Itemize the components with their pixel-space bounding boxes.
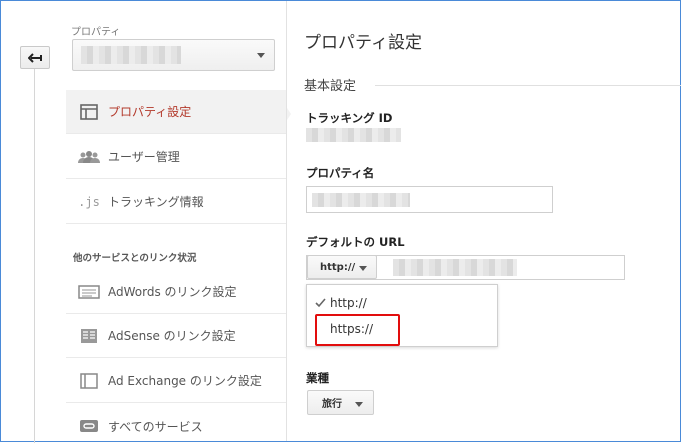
- chevron-down-icon: [257, 53, 265, 58]
- sidebar-item-label: ユーザー管理: [108, 150, 180, 164]
- sidebar-item-label: Ad Exchange のリンク設定: [108, 374, 262, 388]
- page-title: プロパティ設定: [304, 33, 422, 53]
- industry-label: 業種: [306, 371, 329, 385]
- protocol-selected-label: http://: [320, 261, 356, 273]
- sidebar-item-property-settings[interactable]: プロパティ設定: [66, 90, 286, 134]
- sidebar-item-ad-exchange[interactable]: Ad Exchange のリンク設定: [66, 359, 286, 403]
- redacted-tracking-id: [306, 128, 401, 142]
- adwords-icon: [74, 284, 104, 299]
- industry-value: 旅行: [322, 399, 342, 410]
- chevron-down-icon: [359, 266, 367, 271]
- sidebar-item-label: AdWords のリンク設定: [108, 285, 237, 299]
- sidebar-item-label: トラッキング情報: [108, 195, 204, 209]
- main-panel: プロパティ設定 基本設定 トラッキング ID プロパティ名 デフォルトの URL…: [287, 1, 681, 441]
- section-title: 基本設定: [304, 79, 357, 94]
- redacted-default-url: [393, 259, 517, 276]
- sidebar-item-adwords[interactable]: AdWords のリンク設定: [66, 270, 286, 314]
- adsense-icon: [74, 328, 104, 344]
- https-highlight-box: [315, 314, 400, 346]
- sidebar-item-user-management[interactable]: ユーザー管理: [66, 135, 286, 179]
- industry-dropdown-button[interactable]: 旅行: [307, 390, 374, 415]
- link-icon: [74, 419, 104, 433]
- property-selector[interactable]: [72, 39, 275, 71]
- hierarchy-line: [34, 69, 35, 443]
- sidebar-item-label: すべてのサービス: [108, 419, 203, 434]
- protocol-dropdown-button[interactable]: http://: [307, 255, 377, 279]
- back-button[interactable]: [20, 46, 50, 69]
- property-label: プロパティ: [71, 27, 121, 38]
- ad-exchange-icon: [74, 372, 104, 389]
- section-header-links: 他のサービスとのリンク状況: [73, 253, 197, 264]
- sidebar-item-label: プロパティ設定: [108, 105, 192, 119]
- sidebar-item-tracking-info[interactable]: .js トラッキング情報: [66, 180, 286, 224]
- sidebar-item-label: AdSense のリンク設定: [108, 329, 236, 343]
- property-settings-icon: [74, 103, 104, 120]
- sidebar: プロパティ プロパティ設定 ユーザー管理 .js トラッキング情報 他のサービス…: [61, 1, 291, 441]
- property-name-label: プロパティ名: [306, 166, 375, 180]
- chevron-down-icon: [355, 402, 363, 407]
- section-divider: [375, 85, 681, 86]
- users-icon: [74, 150, 104, 164]
- sidebar-item-adsense[interactable]: AdSense のリンク設定: [66, 314, 286, 358]
- default-url-label: デフォルトの URL: [306, 235, 405, 249]
- checkmark-icon: [315, 298, 326, 308]
- redacted-property: [81, 46, 181, 64]
- redacted-property-name: [312, 193, 410, 207]
- tracking-id-label: トラッキング ID: [306, 111, 393, 125]
- back-arrow-icon: [28, 52, 42, 63]
- protocol-option-http[interactable]: http://: [307, 293, 497, 313]
- sidebar-item-all-services[interactable]: すべてのサービス: [66, 404, 286, 448]
- option-label: http://: [330, 296, 367, 310]
- js-icon: .js: [78, 194, 100, 209]
- back-column: [1, 1, 61, 443]
- property-name-input[interactable]: [306, 186, 553, 213]
